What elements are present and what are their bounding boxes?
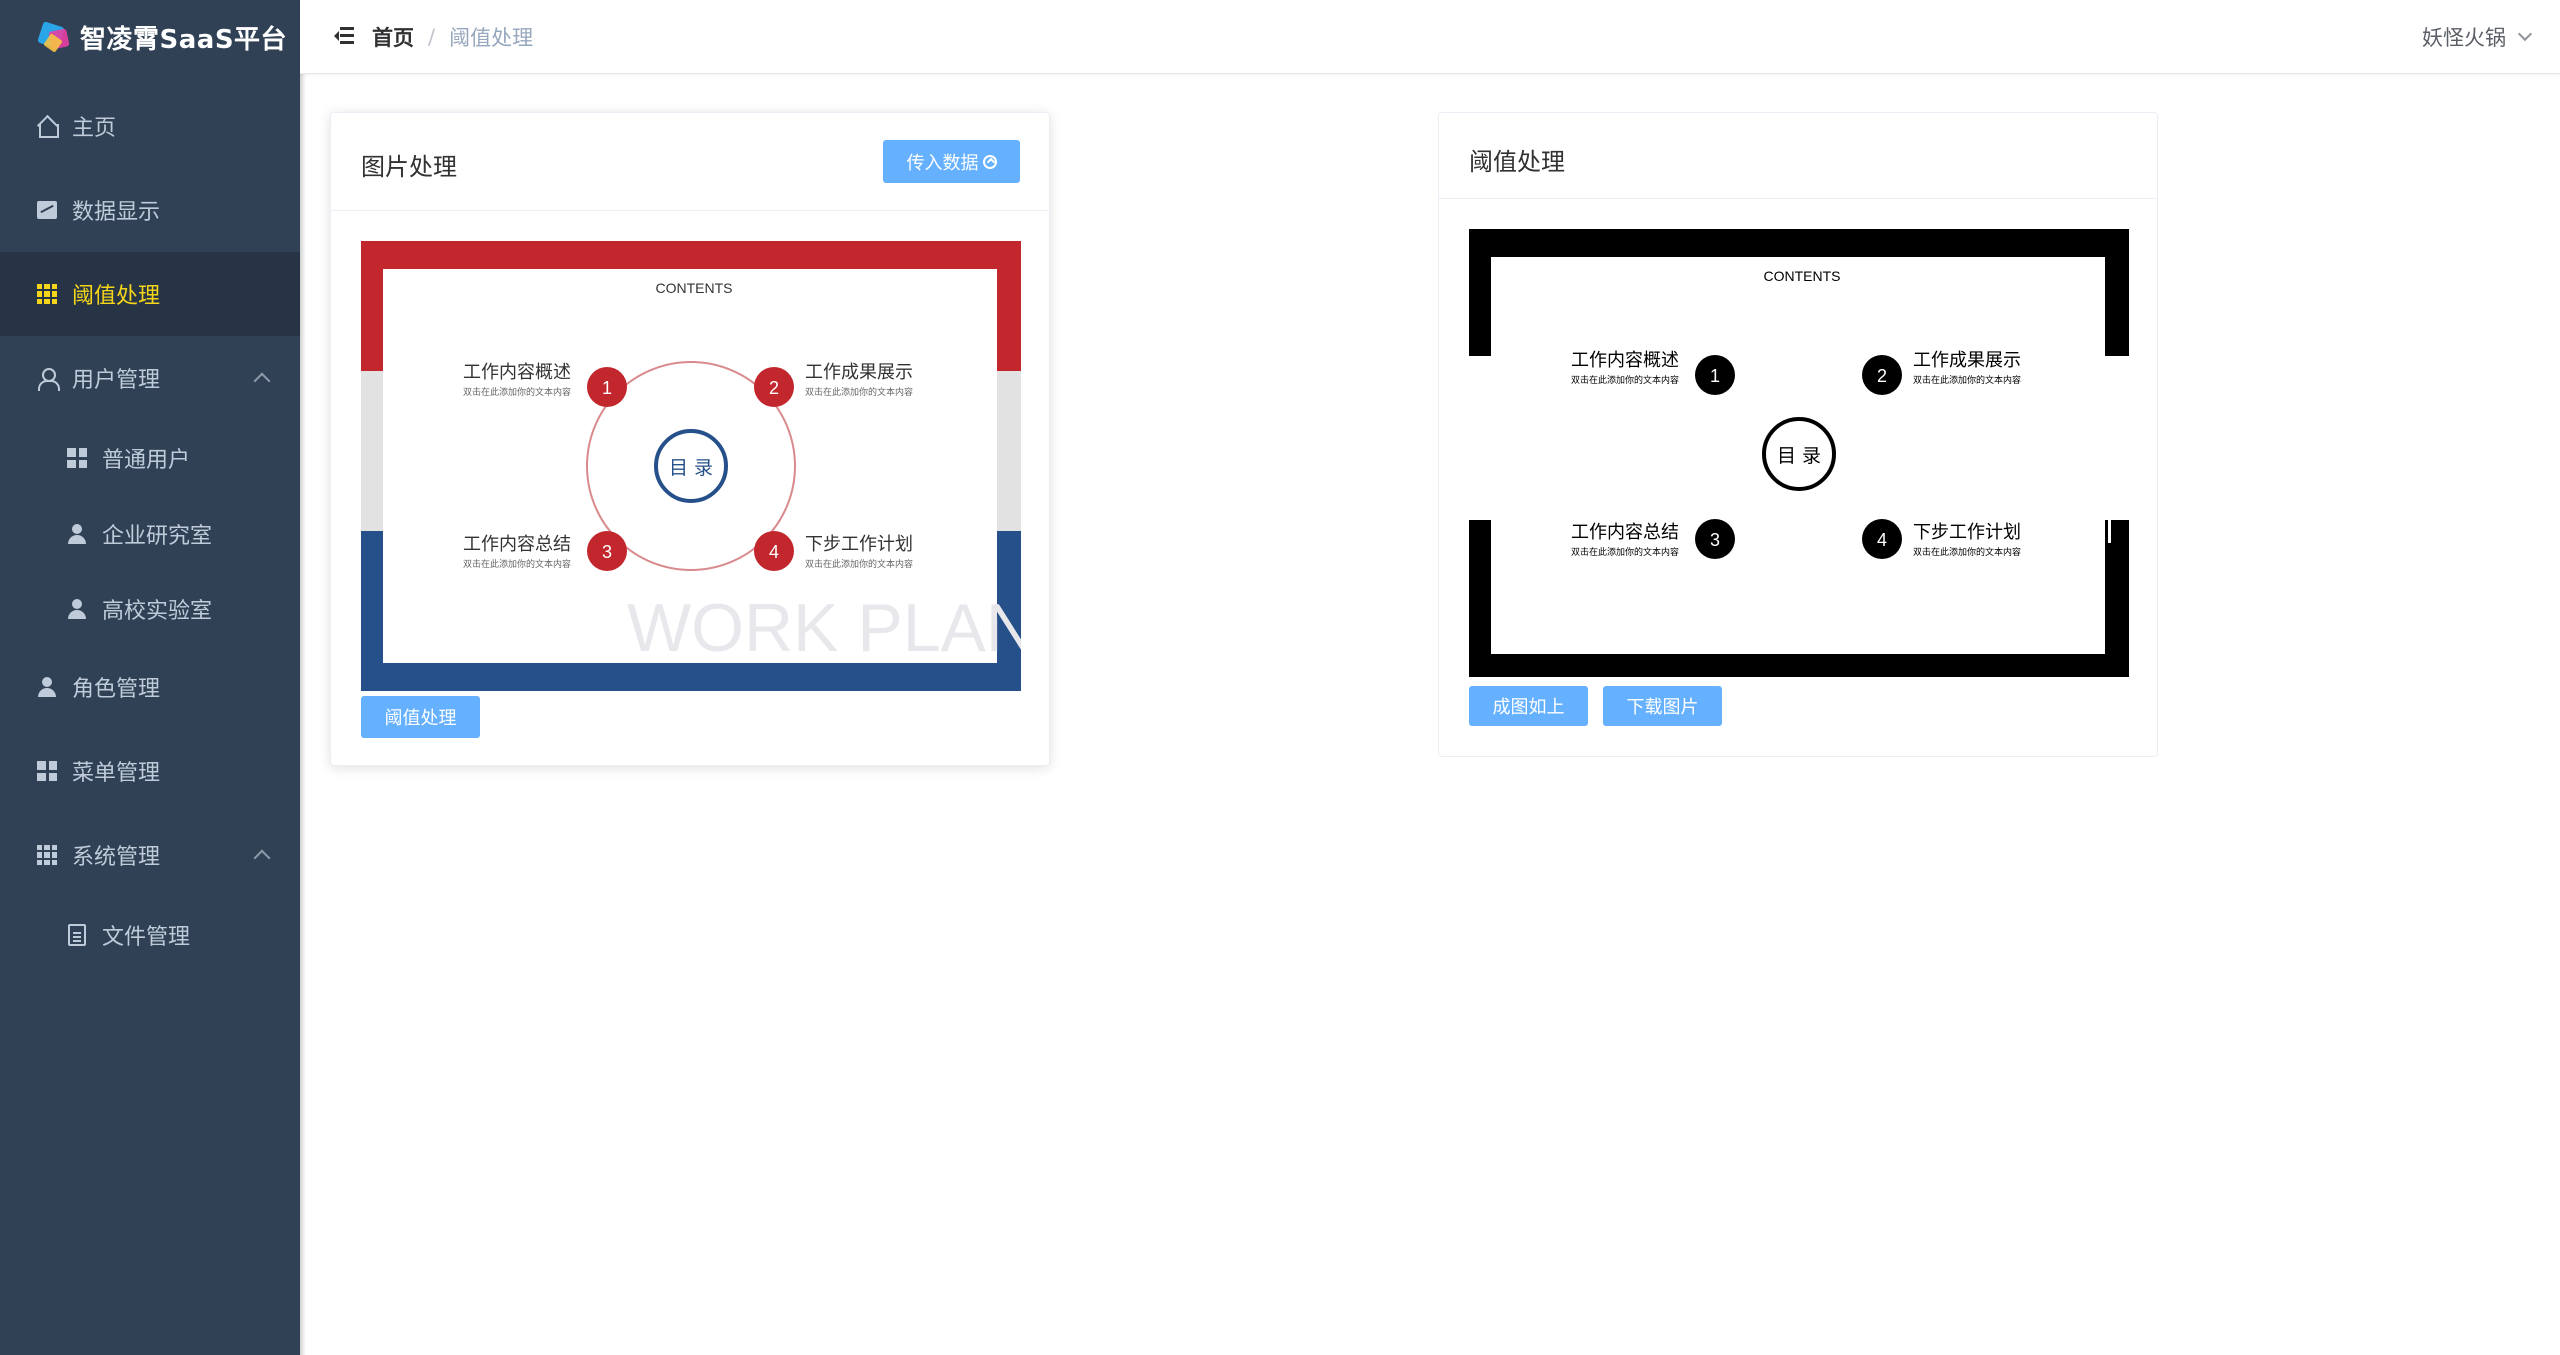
- sidebar-item-university-lab[interactable]: 高校实验室: [0, 571, 300, 647]
- upload-icon: [982, 154, 997, 169]
- sidebar-item-file-management[interactable]: 文件管理: [0, 897, 300, 973]
- sidebar-item-label: 高校实验室: [102, 599, 213, 624]
- item-number: 2: [769, 378, 779, 398]
- item-title: 工作成果展示: [1913, 350, 2021, 371]
- result-button[interactable]: 成图如上: [1469, 686, 1588, 726]
- slide-heading: CONTENTS: [1764, 268, 1841, 284]
- breadcrumb-home[interactable]: 首页: [372, 22, 414, 52]
- item-subtitle: 双击在此添加你的文本内容: [805, 386, 913, 398]
- sidebar-item-data-display[interactable]: 数据显示: [0, 168, 300, 252]
- sidebar-item-normal-users[interactable]: 普通用户: [0, 420, 300, 496]
- sidebar-item-label: 菜单管理: [72, 761, 161, 786]
- original-image: CONTENTS 目 录 WORK PLAN 1 2 3 4 工作内容概述 双击…: [361, 241, 1021, 691]
- item-title: 工作内容概述: [463, 362, 571, 383]
- grid-icon: [36, 760, 58, 782]
- user-name: 妖怪火锅: [2422, 26, 2506, 50]
- item-number: 3: [602, 542, 612, 562]
- sidebar-item-role-management[interactable]: 角色管理: [0, 645, 300, 729]
- result-button-label: 成图如上: [1492, 697, 1565, 718]
- chart-icon: [36, 199, 58, 221]
- item-number: 1: [602, 378, 612, 398]
- document-icon: [66, 924, 88, 946]
- item-title: 工作内容概述: [1571, 350, 1679, 371]
- app-logo[interactable]: 智凌霄SaaS平台: [0, 0, 300, 74]
- grid-icon: [36, 844, 58, 866]
- upload-button-label: 传入数据: [906, 152, 979, 174]
- slide-center-label: 目 录: [1777, 445, 1821, 467]
- item-title: 下步工作计划: [805, 534, 913, 555]
- sidebar-item-label: 角色管理: [72, 677, 161, 702]
- user-dropdown[interactable]: 妖怪火锅: [2422, 22, 2533, 52]
- sidebar-item-threshold[interactable]: 阈值处理: [0, 252, 300, 336]
- item-number: 4: [769, 542, 779, 562]
- original-slide-graphic: CONTENTS 目 录 WORK PLAN 1 2 3 4 工作内容概述 双击…: [361, 241, 1021, 691]
- slide-heading: CONTENTS: [656, 280, 733, 296]
- home-icon: [36, 115, 59, 138]
- item-subtitle: 双击在此添加你的文本内容: [1571, 374, 1679, 386]
- upload-data-button[interactable]: 传入数据: [883, 140, 1020, 183]
- image-processing-card: 图片处理 传入数据 CONTENTS 目 录 WORK PLAN 1 2 3 4…: [330, 112, 1050, 766]
- chevron-up-icon: [253, 372, 271, 390]
- chevron-down-icon: [2517, 26, 2533, 42]
- user-icon: [66, 598, 88, 620]
- breadcrumb-current: 阈值处理: [449, 26, 534, 50]
- threshold-button-label: 阈值处理: [384, 708, 457, 729]
- chevron-up-icon: [253, 849, 271, 867]
- threshold-process-button[interactable]: 阈值处理: [361, 696, 480, 738]
- sidebar-item-user-management[interactable]: 用户管理: [0, 336, 300, 420]
- breadcrumb: 首页 / 阈值处理: [372, 22, 533, 52]
- item-subtitle: 双击在此添加你的文本内容: [463, 386, 571, 398]
- top-navbar: 首页 / 阈值处理 妖怪火锅: [300, 0, 2560, 74]
- user-icon: [36, 367, 60, 391]
- item-number: 1: [1710, 366, 1720, 386]
- grid-icon: [66, 447, 88, 469]
- sidebar-item-system-management[interactable]: 系统管理: [0, 813, 300, 897]
- sidebar-shadow: [300, 0, 306, 1355]
- item-subtitle: 双击在此添加你的文本内容: [1913, 374, 2021, 386]
- app-title: 智凌霄SaaS平台: [80, 24, 288, 55]
- user-icon: [66, 523, 88, 545]
- logo-icon: [37, 20, 72, 54]
- user-icon: [36, 676, 58, 698]
- hamburger-icon[interactable]: [334, 27, 354, 45]
- item-subtitle: 双击在此添加你的文本内容: [463, 558, 571, 570]
- slide-center-label: 目 录: [669, 457, 713, 479]
- sidebar-item-label: 主页: [72, 116, 117, 141]
- item-number: 3: [1710, 530, 1720, 550]
- threshold-result-card: 阈值处理 CONTENTS 目 录 1 2 3 4 工作内容概述 双击在此添加你…: [1438, 112, 2158, 757]
- binary-slide-graphic: CONTENTS 目 录 1 2 3 4 工作内容概述 双击在此添加你的文本内容…: [1469, 229, 2129, 677]
- item-subtitle: 双击在此添加你的文本内容: [805, 558, 913, 570]
- breadcrumb-separator: /: [428, 25, 436, 49]
- slide-watermark: WORK PLAN: [627, 590, 1021, 666]
- item-title: 下步工作计划: [1913, 522, 2021, 543]
- grid-icon: [36, 283, 58, 305]
- sidebar-item-label: 企业研究室: [102, 524, 213, 549]
- item-subtitle: 双击在此添加你的文本内容: [1913, 546, 2021, 558]
- card-title: 阈值处理: [1469, 148, 1565, 176]
- item-title: 工作成果展示: [805, 362, 913, 383]
- download-image-button[interactable]: 下载图片: [1603, 686, 1722, 726]
- sidebar-item-label: 阈值处理: [72, 284, 161, 309]
- item-title: 工作内容总结: [1571, 522, 1679, 543]
- card-header: 阈值处理: [1439, 113, 2157, 199]
- sidebar-item-home[interactable]: 主页: [0, 84, 300, 168]
- sidebar-item-label: 文件管理: [102, 925, 191, 950]
- sidebar: 智凌霄SaaS平台 主页 数据显示 阈值处理 用户管理 普通用户 企业研究室 高…: [0, 0, 300, 1355]
- card-header: 图片处理 传入数据: [331, 113, 1049, 211]
- sidebar-item-label: 数据显示: [72, 200, 161, 225]
- threshold-result-image: CONTENTS 目 录 1 2 3 4 工作内容概述 双击在此添加你的文本内容…: [1469, 229, 2129, 677]
- item-subtitle: 双击在此添加你的文本内容: [1571, 546, 1679, 558]
- sidebar-item-label: 系统管理: [72, 845, 161, 870]
- sidebar-item-label: 普通用户: [102, 448, 191, 473]
- sidebar-item-menu-management[interactable]: 菜单管理: [0, 729, 300, 813]
- sidebar-item-enterprise-lab[interactable]: 企业研究室: [0, 496, 300, 572]
- sidebar-item-label: 用户管理: [72, 368, 161, 393]
- card-title: 图片处理: [361, 153, 457, 181]
- download-button-label: 下载图片: [1626, 697, 1699, 718]
- item-number: 4: [1877, 530, 1887, 550]
- item-title: 工作内容总结: [463, 534, 571, 555]
- item-number: 2: [1877, 366, 1887, 386]
